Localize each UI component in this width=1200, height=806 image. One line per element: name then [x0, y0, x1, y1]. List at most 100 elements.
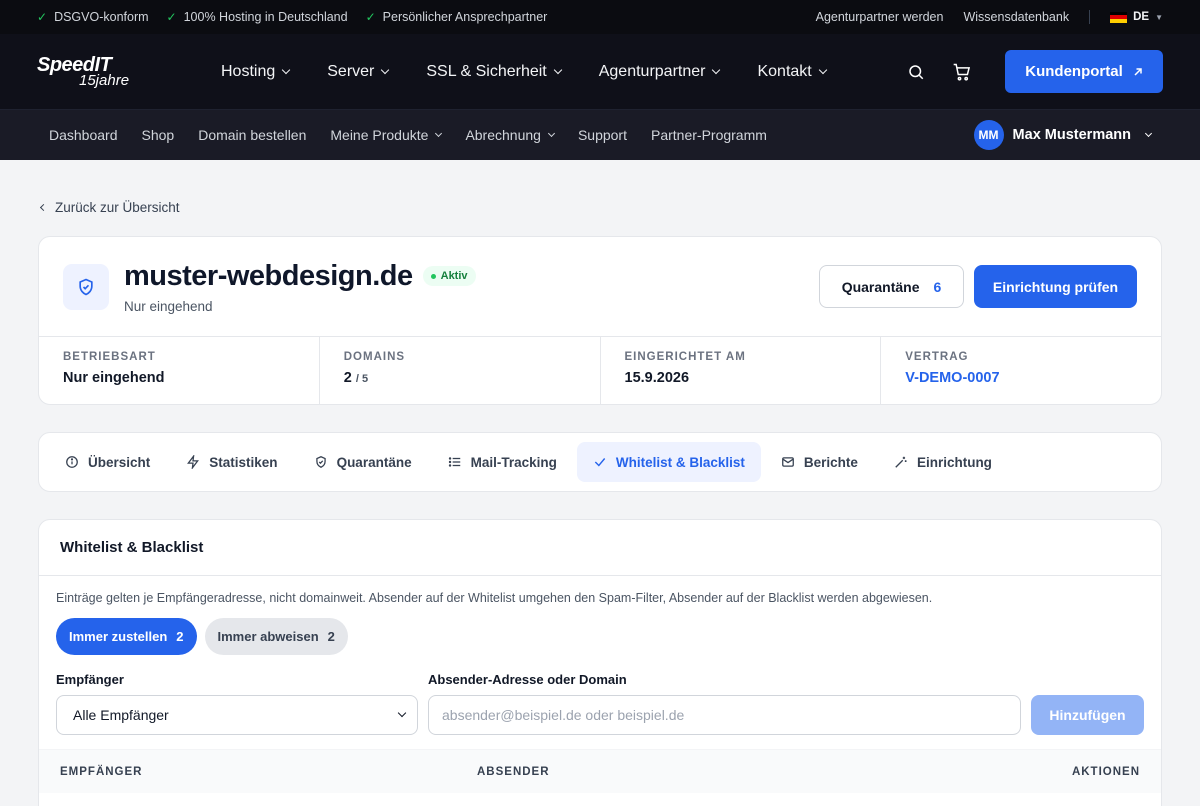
tab-bar: Übersicht Statistiken Quarantäne Mail-Tr… [38, 432, 1162, 492]
logo-anniversary: 15jahre [79, 72, 130, 89]
subnav-shop[interactable]: Shop [142, 127, 175, 143]
portal-subnavigation: Dashboard Shop Domain bestellen Meine Pr… [0, 110, 1200, 160]
language-switcher[interactable]: DE ▼ [1110, 11, 1163, 23]
menu-agency[interactable]: Agenturpartner [599, 63, 721, 81]
info-icon [66, 456, 78, 468]
pill-count: 2 [327, 629, 335, 644]
pill-count: 2 [176, 629, 184, 644]
subnav-billing[interactable]: Abrechnung [465, 127, 555, 143]
quarantine-label: Quarantäne [841, 278, 920, 295]
recipient-select[interactable]: Alle Empfänger [56, 695, 418, 735]
shield-check-icon [63, 263, 109, 310]
stat-operating-mode: BETRIEBSART Nur eingehend [39, 337, 320, 405]
search-icon[interactable] [905, 61, 927, 83]
feature-label: DSGVO-konform [54, 10, 149, 24]
divider [1089, 10, 1091, 24]
subnav-domain-order[interactable]: Domain bestellen [198, 127, 306, 143]
feature-item: ✓ 100% Hosting in Deutschland [167, 10, 348, 24]
add-entry-form: Empfänger Alle Empfänger Absender-Adress… [56, 672, 1144, 735]
cart-icon[interactable] [951, 61, 973, 83]
chevron-down-icon [381, 65, 390, 74]
portal-label: Kundenportal [1025, 63, 1123, 80]
list-icon [448, 457, 460, 467]
menu-ssl[interactable]: SSL & Sicherheit [426, 62, 562, 81]
top-info-bar: ✓ DSGVO-konform ✓ 100% Hosting in Deutschl… [0, 0, 1200, 34]
knowledge-base-link[interactable]: Wissensdatenbank [963, 10, 1069, 24]
german-flag-icon [1110, 11, 1128, 23]
stat-label: EINGERICHTET AM [624, 351, 746, 363]
tab-label: Mail-Tracking [470, 454, 557, 470]
menu-label: Kontakt [757, 62, 812, 80]
tab-reports[interactable]: Berichte [765, 442, 874, 482]
menu-hosting[interactable]: Hosting [221, 62, 291, 81]
avatar: MM [973, 120, 1004, 150]
chevron-down-icon [818, 65, 827, 74]
check-setup-button[interactable]: Einrichtung prüfen [974, 265, 1137, 308]
always-reject-pill[interactable]: Immer abweisen 2 [204, 618, 348, 655]
quarantine-button[interactable]: Quarantäne 6 [819, 265, 964, 308]
tab-label: Whitelist & Blacklist [615, 454, 745, 470]
mail-icon [782, 457, 794, 467]
tab-mail-tracking[interactable]: Mail-Tracking [432, 442, 573, 482]
stat-label: VERTRAG [905, 351, 969, 363]
tab-quarantine[interactable]: Quarantäne [298, 442, 428, 482]
stat-value: 2 [343, 370, 352, 386]
recipient-label: Empfänger [56, 672, 124, 687]
menu-contact[interactable]: Kontakt [757, 62, 827, 81]
list-type-toggle: Immer zustellen 2 Immer abweisen 2 [56, 618, 1144, 655]
subnav-dashboard[interactable]: Dashboard [49, 127, 118, 143]
language-label: DE [1133, 11, 1150, 23]
panel-title: Whitelist & Blacklist [39, 520, 1161, 576]
feature-item: ✓ DSGVO-konform [37, 10, 149, 24]
status-label: Aktiv [440, 270, 468, 282]
chevron-down-icon [282, 65, 291, 74]
menu-label: SSL & Sicherheit [426, 62, 547, 80]
domain-mode: Nur eingehend [124, 298, 213, 314]
check-icon: ✓ [37, 10, 48, 24]
user-menu[interactable]: MM Max Mustermann [973, 120, 1153, 150]
column-recipient: EMPFÄNGER [60, 765, 143, 778]
tab-setup[interactable]: Einrichtung [878, 442, 1008, 482]
speedit-logo[interactable]: SpeedIT 15jahre [37, 55, 147, 88]
sender-label: Absender-Adresse oder Domain [428, 672, 627, 687]
chevron-down-icon [553, 65, 562, 74]
menu-server[interactable]: Server [327, 63, 390, 81]
main-menu: Hosting Server SSL & Sicherheit Agenturp… [221, 62, 827, 81]
stat-label: DOMAINS [343, 351, 406, 363]
chevron-down-icon [435, 129, 443, 137]
agency-partner-link[interactable]: Agenturpartner werden [816, 10, 944, 24]
contract-link[interactable]: V-DEMO-0007 [905, 370, 1137, 386]
wand-icon [895, 456, 907, 468]
subnav-partner-program[interactable]: Partner-Programm [651, 127, 767, 143]
stat-domains: DOMAINS 2 / 5 [320, 337, 601, 405]
back-link[interactable]: Zurück zur Übersicht [39, 199, 1162, 215]
menu-label: Hosting [221, 62, 276, 80]
subnav-label: Meine Produkte [330, 127, 429, 143]
feature-list: ✓ DSGVO-konform ✓ 100% Hosting in Deutschl… [37, 10, 547, 24]
add-button[interactable]: Hinzufügen [1031, 695, 1144, 735]
subnav-my-products[interactable]: Meine Produkte [330, 127, 443, 143]
status-badge: Aktiv [422, 266, 476, 286]
customer-portal-button[interactable]: Kundenportal [1005, 50, 1163, 93]
main-content: Zurück zur Übersicht muster-webdesign.de… [0, 199, 1200, 806]
tab-whitelist-blacklist[interactable]: Whitelist & Blacklist [576, 442, 761, 482]
check-icon: ✓ [365, 10, 376, 24]
column-sender: ABSENDER [477, 765, 550, 778]
pill-label: Immer zustellen [69, 629, 168, 644]
table-header: EMPFÄNGER ABSENDER AKTIONEN [39, 749, 1161, 793]
recipient-value: Alle Empfänger [73, 707, 169, 723]
status-dot-icon [430, 273, 436, 279]
tab-label: Statistiken [209, 454, 278, 470]
caret-down-icon: ▼ [1155, 12, 1163, 22]
sender-input[interactable]: absender@beispiel.de oder beispiel.de [428, 695, 1021, 735]
whitelist-blacklist-panel: Whitelist & Blacklist Einträge gelten je… [38, 519, 1162, 806]
chevron-down-icon [712, 65, 721, 74]
stat-value: Nur eingehend [63, 370, 165, 386]
shield-icon [315, 456, 326, 468]
tab-overview[interactable]: Übersicht [49, 442, 166, 482]
tab-label: Berichte [803, 454, 858, 470]
always-deliver-pill[interactable]: Immer zustellen 2 [56, 618, 197, 655]
subnav-support[interactable]: Support [578, 127, 627, 143]
tab-statistics[interactable]: Statistiken [170, 442, 293, 482]
chevron-down-icon [1144, 129, 1153, 137]
